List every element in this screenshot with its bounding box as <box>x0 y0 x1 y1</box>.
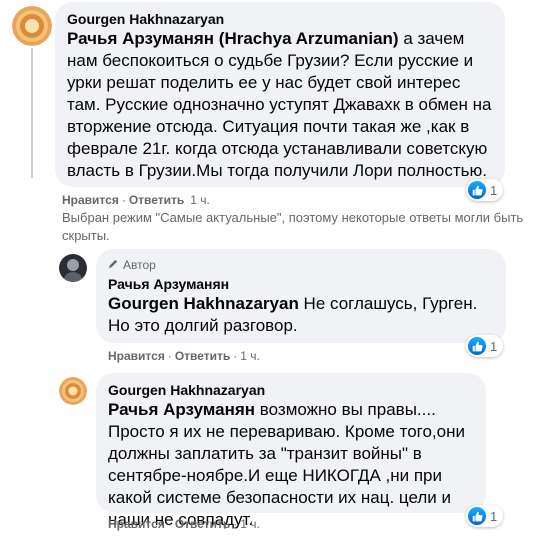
comment-text: Рачья Арзуманян (Hrachya Arzumanian) а з… <box>67 29 492 180</box>
comment-actions: Нравится · Ответить 1 ч. <box>62 193 210 207</box>
comment-actions: Нравится · Ответить · 1 ч. <box>108 349 260 363</box>
separator: · <box>167 349 172 363</box>
avatar-hrachya[interactable] <box>59 254 87 282</box>
mention-link[interactable]: Рачья Арзуманян <box>108 400 255 419</box>
separator: · <box>233 517 238 531</box>
reaction-summary[interactable]: 1 <box>466 335 504 357</box>
thumbs-up-icon <box>468 181 486 199</box>
reaction-count: 1 <box>490 508 498 524</box>
thumbs-up-icon <box>468 337 486 355</box>
reaction-summary[interactable]: 1 <box>466 505 504 527</box>
reaction-count: 1 <box>490 338 498 354</box>
timestamp[interactable]: 1 ч. <box>240 517 260 531</box>
timestamp[interactable]: 1 ч. <box>190 193 210 207</box>
separator: · <box>121 193 126 207</box>
sort-notice: Выбран режим "Самые актуальные", поэтому… <box>62 210 524 243</box>
pencil-icon <box>108 257 119 273</box>
separator: · <box>167 517 172 531</box>
comment-author[interactable]: Gourgen Hakhnazaryan <box>108 381 474 399</box>
like-button[interactable]: Нравится <box>108 517 165 531</box>
mention-link[interactable]: Gourgen Hakhnazaryan <box>108 294 299 313</box>
avatar-gourgen[interactable] <box>12 6 52 46</box>
comment-author[interactable]: Рачья Арзуманян <box>108 275 494 293</box>
comment-bubble: Автор Рачья Арзуманян Gourgen Hakhnazary… <box>96 249 506 343</box>
reply-button[interactable]: Ответить <box>129 193 184 207</box>
thread-line <box>31 48 33 178</box>
reply-button[interactable]: Ответить <box>175 517 230 531</box>
reaction-count: 1 <box>490 182 498 198</box>
like-button[interactable]: Нравится <box>108 349 165 363</box>
comment-text: Рачья Арзуманян возможно вы правы.... Пр… <box>108 400 465 529</box>
comment-text: Gourgen Hakhnazaryan Не соглашусь, Гурге… <box>108 294 478 335</box>
avatar-gourgen[interactable] <box>59 377 87 405</box>
reply-button[interactable]: Ответить <box>175 349 230 363</box>
mention-link[interactable]: Рачья Арзуманян (Hrachya Arzumanian) <box>67 29 399 48</box>
comment-author[interactable]: Gourgen Hakhnazaryan <box>67 10 493 28</box>
comment-actions: Нравится · Ответить · 1 ч. <box>108 517 260 531</box>
thumbs-up-icon <box>468 507 486 525</box>
timestamp[interactable]: 1 ч. <box>240 349 260 363</box>
comment-bubble: Gourgen Hakhnazaryan Рачья Арзуманян воз… <box>96 373 486 529</box>
like-button[interactable]: Нравится <box>62 193 119 207</box>
comment-bubble: Gourgen Hakhnazaryan Рачья Арзуманян (Hr… <box>55 2 505 187</box>
reaction-summary[interactable]: 1 <box>466 179 504 201</box>
separator: · <box>233 349 238 363</box>
author-badge-label: Автор <box>123 258 156 272</box>
author-badge: Автор <box>108 257 494 273</box>
